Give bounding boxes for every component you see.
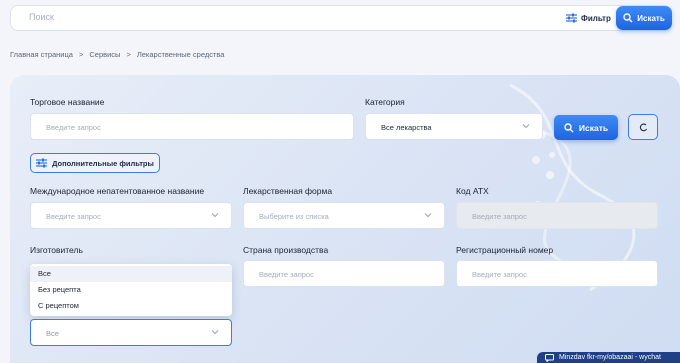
prescription-dropdown-menu: Все Без рецепта С рецептом [30,264,232,316]
reset-button[interactable] [628,114,658,140]
dropdown-option-all[interactable]: Все [30,266,232,282]
dosage-form-label: Лекарственная форма [243,186,333,196]
chevron-down-icon [522,124,530,129]
chevron-down-icon [424,213,432,218]
inn-label: Международное непатентованное название [30,186,205,196]
breadcrumb-home[interactable]: Главная страница [10,50,73,59]
filter-button[interactable]: Фильтр [566,13,611,23]
breadcrumb: Главная страница > Сервисы > Лекарственн… [10,50,224,59]
inn-placeholder: Введите запрос [46,212,101,221]
country-placeholder: Введите запрос [259,270,314,279]
dropdown-option-rx[interactable]: С рецептом [30,298,232,314]
prescription-select[interactable]: Все [30,319,232,346]
chat-icon [545,353,554,362]
chat-widget[interactable]: Minzdav fkr-my/obazaai - wychat [537,352,680,363]
search-icon [564,122,574,132]
atc-code-input: Введите запрос [456,202,658,229]
search-icon [623,13,633,23]
reg-number-label: Регистрационный номер [456,245,554,255]
search-button[interactable]: Искать [554,115,618,140]
global-search-placeholder: Поиск [29,12,54,22]
category-select[interactable]: Все лекарства [365,113,543,140]
reg-number-placeholder: Введите запрос [472,270,527,279]
breadcrumb-services[interactable]: Сервисы [89,50,120,59]
trade-name-label: Торговое название [30,97,105,107]
category-value: Все лекарства [381,123,432,132]
advanced-filters-button[interactable]: Дополнительные фильтры [30,153,160,173]
chevron-down-icon [211,213,219,218]
chat-text: Minzdav fkr-my/obazaai - wychat [559,354,661,361]
chevron-down-icon [211,330,219,335]
trade-name-input[interactable]: Введите запрос [30,113,354,140]
sliders-icon [36,158,48,168]
country-input[interactable]: Введите запрос [243,260,445,287]
sliders-icon [566,13,577,23]
dropdown-option-otc[interactable]: Без рецепта [30,282,232,298]
breadcrumb-separator: > [78,50,84,59]
breadcrumb-current: Лекарственные средства [136,50,225,59]
reg-number-input[interactable]: Введите запрос [456,260,658,287]
top-search-button[interactable]: Искать [616,6,672,30]
filter-label: Фильтр [581,13,611,23]
breadcrumb-separator: > [126,50,131,59]
atc-code-placeholder: Введите запрос [472,212,527,221]
atc-code-label: Код АТХ [456,186,489,196]
category-label: Категория [365,97,405,107]
top-search-label: Искать [637,13,665,23]
reset-icon [639,123,647,131]
country-label: Страна производства [243,245,329,255]
prescription-value: Все [46,329,59,338]
dosage-form-select[interactable]: Выберите из списка [243,202,445,229]
dosage-form-placeholder: Выберите из списка [259,212,329,221]
advanced-filters-label: Дополнительные фильтры [52,158,154,168]
search-button-label: Искать [578,122,609,133]
manufacturer-label: Изготовитель [30,245,83,255]
inn-select[interactable]: Введите запрос [30,202,232,229]
trade-name-placeholder: Введите запрос [46,123,101,132]
